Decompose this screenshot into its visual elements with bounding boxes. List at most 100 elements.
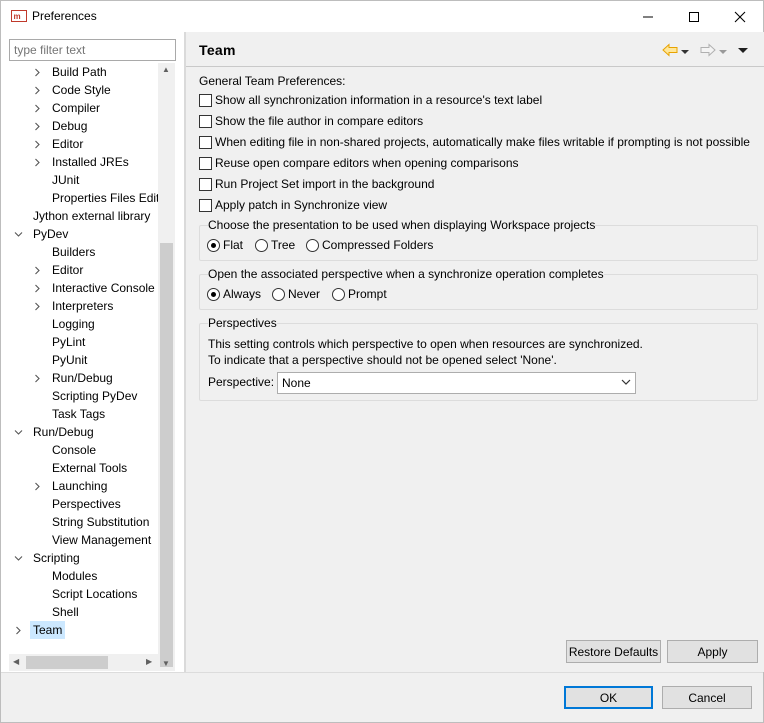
tree-item[interactable]: Scripting (9, 549, 158, 567)
tree-item[interactable]: Debug (9, 117, 158, 135)
tree-item[interactable]: Modules (9, 567, 158, 585)
checkbox[interactable] (199, 198, 212, 212)
tree-item[interactable]: Scripting PyDev (9, 387, 158, 405)
tree-item[interactable]: Task Tags (9, 405, 158, 423)
checkbox-row[interactable]: Apply patch in Synchronize view (199, 196, 387, 214)
checkbox-row[interactable]: Run Project Set import in the background (199, 175, 434, 193)
forward-menu-button[interactable] (719, 45, 727, 59)
tree-item[interactable]: Builders (9, 243, 158, 261)
radio-button[interactable] (207, 287, 220, 301)
tree-item[interactable]: Script Locations (9, 585, 158, 603)
chevron-right-icon[interactable] (32, 297, 42, 315)
minimize-button[interactable] (625, 1, 671, 32)
tree-horizontal-scrollbar[interactable]: ◀ ▶ (9, 654, 158, 671)
checkbox[interactable] (199, 114, 212, 128)
tree-item[interactable]: Installed JREs (9, 153, 158, 171)
chevron-down-icon[interactable] (13, 549, 23, 567)
checkbox[interactable] (199, 156, 212, 170)
checkbox[interactable] (199, 177, 212, 191)
close-button[interactable] (717, 1, 763, 32)
checkbox-row[interactable]: When editing file in non-shared projects… (199, 133, 750, 151)
radio-button[interactable] (272, 287, 285, 301)
chevron-down-icon[interactable] (13, 225, 23, 243)
presentation-radio-compressed-folders[interactable]: Compressed Folders (306, 238, 433, 252)
radio-button[interactable] (255, 238, 268, 252)
back-button[interactable] (662, 43, 678, 60)
radio-button[interactable] (207, 238, 220, 252)
tree-item[interactable]: Interpreters (9, 297, 158, 315)
tree-item-label: JUnit (52, 173, 80, 187)
radio-button[interactable] (332, 287, 345, 301)
tree-item[interactable]: Interactive Console (9, 279, 158, 297)
scroll-down-icon[interactable]: ▼ (162, 659, 170, 668)
chevron-right-icon[interactable] (32, 81, 42, 99)
tree-item[interactable]: External Tools (9, 459, 158, 477)
chevron-down-icon[interactable] (13, 423, 23, 441)
open-perspective-radio-never[interactable]: Never (272, 287, 320, 301)
tree-item[interactable]: Jython external library (9, 207, 158, 225)
tree-item[interactable]: Compiler (9, 99, 158, 117)
tree-item[interactable]: Logging (9, 315, 158, 333)
back-menu-button[interactable] (681, 45, 689, 59)
checkbox-row[interactable]: Reuse open compare editors when opening … (199, 154, 519, 172)
open-perspective-radio-always[interactable]: Always (207, 287, 261, 301)
tree-item[interactable]: Run/Debug (9, 369, 158, 387)
chevron-right-icon[interactable] (13, 621, 23, 639)
tree-item[interactable]: Team (9, 621, 158, 639)
open-perspective-group: Open the associated perspective when a s… (199, 267, 758, 310)
filter-input[interactable] (9, 39, 176, 61)
perspective-select[interactable]: None (277, 372, 636, 394)
chevron-right-icon[interactable] (32, 153, 42, 171)
chevron-right-icon[interactable] (32, 135, 42, 153)
chevron-right-icon[interactable] (32, 63, 42, 81)
minimize-icon (643, 16, 653, 17)
checkbox-row[interactable]: Show the file author in compare editors (199, 112, 423, 130)
chevron-right-icon[interactable] (32, 99, 42, 117)
view-menu-button[interactable] (738, 44, 748, 58)
ok-button[interactable]: OK (564, 686, 653, 709)
tree-item[interactable]: String Substitution (9, 513, 158, 531)
tree-item[interactable]: Editor (9, 261, 158, 279)
tree-item[interactable]: Run/Debug (9, 423, 158, 441)
tree-item[interactable]: Console (9, 441, 158, 459)
restore-defaults-button[interactable]: Restore Defaults (566, 640, 661, 663)
open-perspective-radio-prompt[interactable]: Prompt (332, 287, 387, 301)
checkbox-row[interactable]: Show all synchronization information in … (199, 91, 542, 109)
checkbox[interactable] (199, 93, 212, 107)
chevron-right-icon[interactable] (32, 279, 42, 297)
maximize-button[interactable] (671, 1, 717, 32)
tree-item[interactable]: View Management (9, 531, 158, 549)
scroll-up-icon[interactable]: ▲ (162, 65, 170, 74)
radio-button[interactable] (306, 238, 319, 252)
chevron-right-icon[interactable] (32, 261, 42, 279)
tree-item[interactable]: PyDev (9, 225, 158, 243)
tree-item[interactable]: PyLint (9, 333, 158, 351)
scroll-right-icon[interactable]: ▶ (146, 657, 152, 666)
forward-button[interactable] (700, 43, 716, 60)
tree-item[interactable]: Perspectives (9, 495, 158, 513)
tree-item-label: Console (52, 443, 97, 457)
tree-horizontal-scroll-thumb[interactable] (26, 656, 108, 669)
tree-vertical-scroll-thumb[interactable] (160, 243, 173, 667)
checkbox[interactable] (199, 135, 212, 149)
tree-vertical-scrollbar[interactable]: ▲ ▼ (158, 63, 175, 671)
tree-item[interactable]: PyUnit (9, 351, 158, 369)
tree-item[interactable]: Launching (9, 477, 158, 495)
scroll-left-icon[interactable]: ◀ (13, 657, 19, 666)
chevron-right-icon[interactable] (32, 117, 42, 135)
presentation-radio-flat[interactable]: Flat (207, 238, 243, 252)
tree-item[interactable]: Build Path (9, 63, 158, 81)
tree-item[interactable]: Shell (9, 603, 158, 621)
perspectives-group: Perspectives This setting controls which… (199, 316, 758, 401)
presentation-radio-tree[interactable]: Tree (255, 238, 295, 252)
tree-item[interactable]: Editor (9, 135, 158, 153)
tree-item[interactable]: JUnit (9, 171, 158, 189)
chevron-right-icon[interactable] (32, 477, 42, 495)
chevron-right-icon[interactable] (32, 369, 42, 387)
apply-button[interactable]: Apply (667, 640, 758, 663)
tree-item[interactable]: Code Style (9, 81, 158, 99)
presentation-group-title: Choose the presentation to be used when … (208, 218, 596, 232)
cancel-button[interactable]: Cancel (662, 686, 752, 709)
tree-item[interactable]: Properties Files Edito (9, 189, 166, 207)
tree-item-label: Run/Debug (52, 371, 113, 385)
